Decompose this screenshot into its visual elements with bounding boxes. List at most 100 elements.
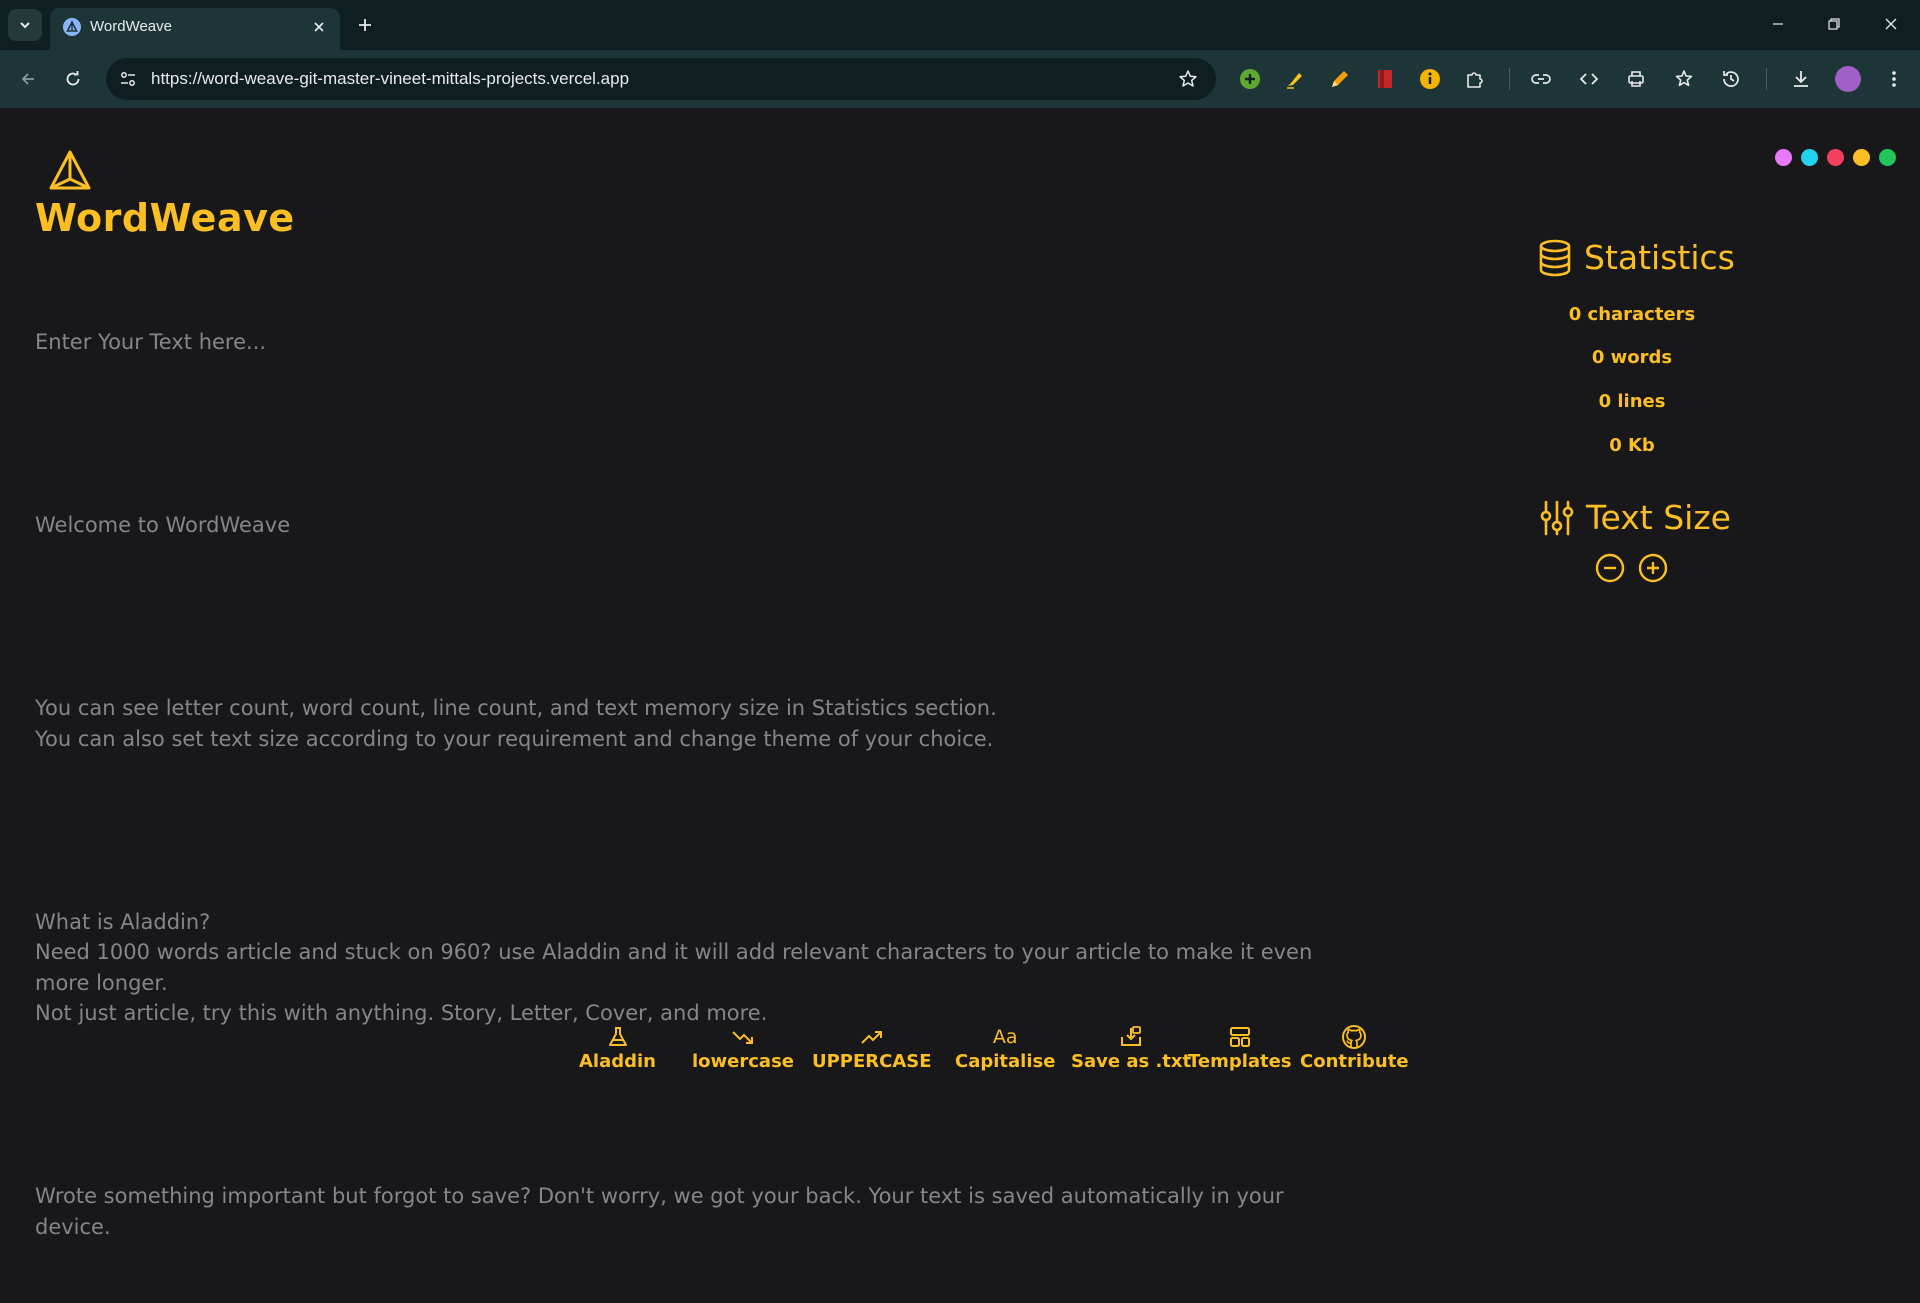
history-icon (1723, 71, 1739, 87)
highlighter-icon (1287, 73, 1302, 89)
wordweave-favicon-icon (63, 18, 81, 36)
statistics-header: Statistics (1538, 238, 1735, 277)
chevron-down-icon (20, 22, 30, 29)
star-outline-icon (1179, 70, 1197, 87)
tab-search-button[interactable] (8, 9, 42, 41)
reload-button[interactable] (58, 64, 88, 94)
new-tab-button[interactable] (352, 12, 378, 38)
browser-tab-active[interactable]: WordWeave (50, 8, 340, 50)
theme-picker (1775, 149, 1896, 166)
pencil-icon (1332, 71, 1348, 87)
site-info-button[interactable] (114, 65, 142, 93)
extension-info[interactable] (1417, 66, 1443, 92)
action-label: lowercase (692, 1051, 794, 1072)
templates-button[interactable]: Templates (1188, 1025, 1292, 1072)
action-label: UPPERCASE (812, 1051, 932, 1072)
sliders-icon (1540, 500, 1574, 535)
extension-history[interactable] (1718, 66, 1744, 92)
action-label: Aladdin (579, 1051, 657, 1072)
logo-triangle-icon (49, 150, 91, 190)
theme-dot-red[interactable] (1827, 149, 1844, 166)
close-icon (1885, 18, 1897, 30)
theme-dot-pink[interactable] (1775, 149, 1792, 166)
downloads-button[interactable] (1788, 66, 1814, 92)
action-label: Capitalise (955, 1051, 1056, 1072)
text-size-title: Text Size (1586, 498, 1731, 537)
plus-circle-icon (1240, 69, 1260, 89)
stat-characters: 0 characters (1568, 304, 1696, 325)
editor-blank-line (35, 419, 1355, 450)
close-window-button[interactable] (1871, 9, 1911, 39)
action-label: Save as .txt (1071, 1051, 1192, 1072)
theme-dot-green[interactable] (1879, 149, 1896, 166)
editor-paragraph: Welcome to WordWeave (35, 513, 291, 537)
extension-star-list[interactable] (1671, 66, 1697, 92)
uppercase-button[interactable]: UPPERCASE (812, 1025, 932, 1072)
theme-dot-yellow[interactable] (1853, 149, 1870, 166)
stat-lines: 0 lines (1598, 391, 1666, 412)
url-text[interactable]: https://word-weave-git-master-vineet-mit… (151, 69, 629, 89)
stat-words: 0 words (1591, 347, 1673, 368)
aladdin-button[interactable]: Aladdin (579, 1025, 656, 1072)
tab-close-button[interactable] (308, 16, 330, 38)
back-button[interactable] (13, 64, 43, 94)
increase-text-size-button[interactable] (1638, 553, 1668, 583)
editor-paragraph: Wrote something important but forgot to … (35, 1184, 1291, 1239)
editor-paragraph: You can see letter count, word count, li… (35, 696, 997, 751)
editor-paragraph: What is Aladdin? Need 1000 words article… (35, 909, 1313, 1026)
restore-button[interactable] (1814, 9, 1854, 39)
tune-icon (121, 72, 135, 86)
bookmark-star-button[interactable] (1176, 67, 1200, 91)
printer-icon (1628, 71, 1644, 87)
extensions-menu[interactable] (1462, 66, 1488, 92)
editor-blank-line (35, 1090, 1355, 1121)
text-size-header: Text Size (1540, 498, 1731, 537)
trending-up-icon (859, 1025, 885, 1049)
theme-dot-cyan[interactable] (1801, 149, 1818, 166)
reload-icon (66, 71, 80, 86)
action-bar: Aladdin lowercase UPPERCASE Aa Capitalis… (0, 1020, 1920, 1080)
bookmark-red-icon (1378, 70, 1392, 88)
extension-code[interactable] (1576, 66, 1602, 92)
editor-placeholder: Enter Your Text here... (35, 330, 267, 354)
text-editor[interactable]: Enter Your Text here... Welcome to WordW… (35, 266, 1355, 1303)
download-icon (1794, 71, 1808, 87)
browser-menu-button[interactable] (1881, 66, 1907, 92)
app-brand-title: WordWeave (35, 196, 295, 240)
extension-highlighter[interactable] (1282, 66, 1308, 92)
toolbar-separator (1509, 68, 1510, 90)
arrow-left-icon (21, 73, 34, 85)
extension-bookmark[interactable] (1372, 66, 1398, 92)
wordweave-page: WordWeave Enter Your Text here... Welcom… (0, 108, 1920, 1239)
statistics-title: Statistics (1584, 238, 1735, 277)
address-bar[interactable]: https://word-weave-git-master-vineet-mit… (106, 58, 1216, 100)
restore-icon (1828, 18, 1840, 30)
capitalise-button[interactable]: Aa Capitalise (955, 1025, 1055, 1072)
plus-circle-icon (1638, 553, 1668, 583)
browser-tabbar: WordWeave (0, 0, 1920, 50)
action-label: Contribute (1300, 1051, 1409, 1072)
database-icon (1539, 239, 1571, 276)
profile-avatar[interactable] (1835, 66, 1861, 92)
save-download-icon (1118, 1025, 1144, 1049)
stat-size: 0 Kb (1609, 435, 1655, 456)
extension-plus-circle[interactable] (1237, 66, 1263, 92)
plus-icon (359, 19, 371, 31)
text-case-icon: Aa (992, 1026, 1018, 1048)
extension-pencil[interactable] (1327, 66, 1353, 92)
action-label: Templates (1188, 1051, 1292, 1072)
github-icon (1341, 1025, 1367, 1049)
lowercase-button[interactable]: lowercase (692, 1025, 794, 1072)
save-txt-button[interactable]: Save as .txt (1071, 1025, 1191, 1072)
decrease-text-size-button[interactable] (1595, 553, 1625, 583)
code-icon (1579, 73, 1599, 85)
template-layout-icon (1227, 1025, 1253, 1049)
minimize-icon (1773, 23, 1783, 25)
extension-printer[interactable] (1623, 66, 1649, 92)
more-vertical-icon (1892, 71, 1896, 87)
minimize-button[interactable] (1758, 9, 1798, 39)
editor-blank-line (35, 602, 1355, 633)
extension-link[interactable] (1528, 66, 1554, 92)
contribute-button[interactable]: Contribute (1300, 1025, 1409, 1072)
trending-down-icon (730, 1025, 756, 1049)
